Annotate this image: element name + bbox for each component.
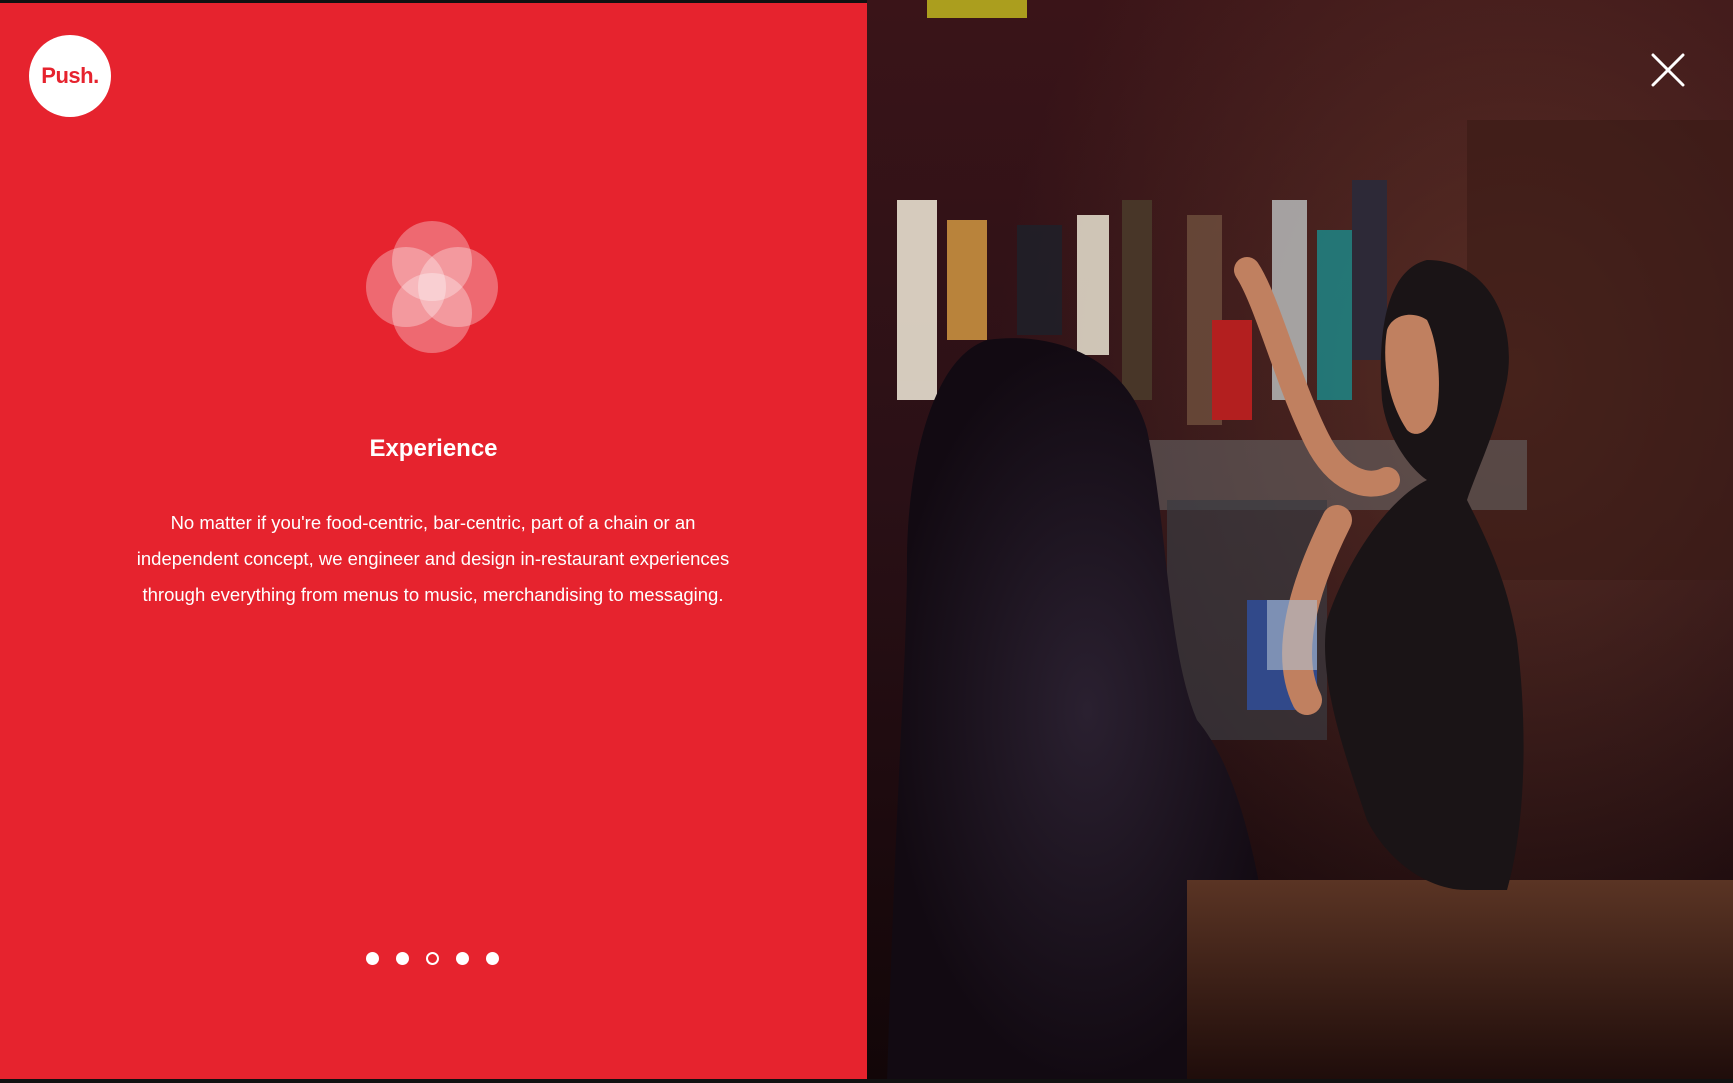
pagination-dot-1[interactable] [366, 952, 379, 965]
close-icon[interactable] [1650, 52, 1686, 88]
slide-title: Experience [369, 435, 498, 462]
logo-text: Push. [41, 63, 99, 88]
slide-photo-panel [867, 0, 1733, 1083]
pagination-dot-3-current[interactable] [426, 952, 439, 965]
pagination-dot-2[interactable] [396, 952, 409, 965]
bartender-photo [867, 0, 1733, 1083]
push-logo[interactable]: Push. [29, 35, 111, 117]
overlapping-circles-icon [366, 221, 498, 353]
pagination-dot-5[interactable] [486, 952, 499, 965]
bottom-border [0, 1079, 1733, 1083]
pagination-dots [366, 952, 499, 965]
slide-description: No matter if you're food-centric, bar-ce… [136, 512, 730, 605]
content-panel: Push. Experience No matter if you're foo… [0, 0, 867, 1083]
slideshow-overlay: Push. Experience No matter if you're foo… [0, 0, 1733, 1083]
pagination-dot-4[interactable] [456, 952, 469, 965]
